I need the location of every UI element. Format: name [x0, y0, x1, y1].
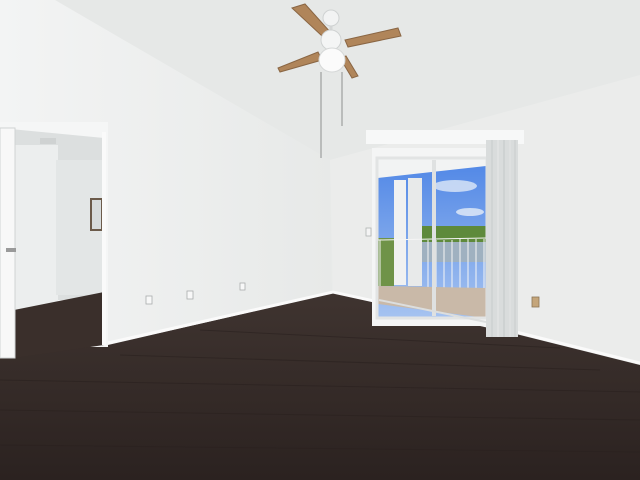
outlet-icon [239, 282, 246, 291]
hallway-doorway [0, 122, 108, 360]
empty-room-photo [0, 0, 640, 480]
light-switch[interactable] [365, 227, 372, 237]
room-illustration [0, 0, 640, 480]
outlet-icon [531, 296, 540, 308]
door-handle-icon [6, 248, 16, 252]
outlet-icon [186, 290, 194, 300]
outlet-icon [145, 295, 153, 305]
vertical-blinds[interactable] [486, 140, 518, 337]
